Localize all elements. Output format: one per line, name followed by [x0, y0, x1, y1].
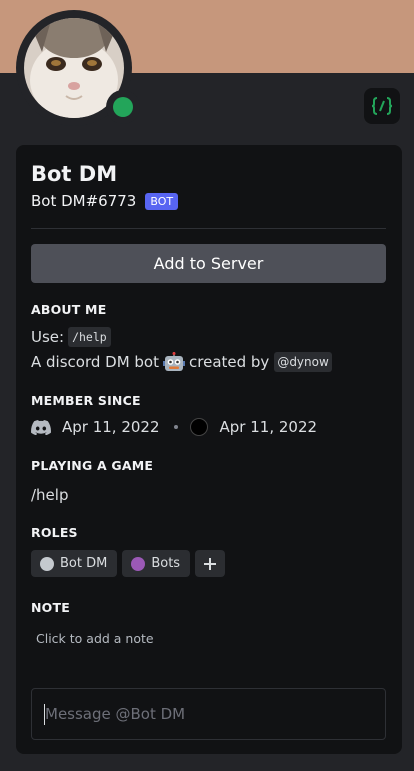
message-input[interactable] [31, 688, 386, 740]
member-since-heading: MEMBER SINCE [31, 393, 141, 408]
about-me-line-2: A discord DM bot created by @dynow [31, 352, 332, 372]
profile-card: Bot DM Bot DM#6773 BOT Add to Server ABO… [16, 145, 402, 754]
avatar-frame [16, 10, 140, 126]
server-icon [189, 418, 208, 436]
role-color-dot [40, 556, 54, 571]
about-me-use-label: Use: [31, 328, 65, 346]
about-me-heading: ABOUT ME [31, 302, 107, 317]
help-command-code: /help [68, 327, 111, 347]
role-name: Bot DM [60, 556, 108, 571]
role-name: Bots [151, 556, 181, 571]
playing-heading: PLAYING A GAME [31, 458, 154, 473]
role-color-dot [131, 556, 146, 571]
add-to-server-button[interactable]: Add to Server [31, 244, 386, 283]
role-chip-bot-dm[interactable]: Bot DM [31, 550, 118, 577]
online-status-dot [113, 97, 133, 117]
game-name: /help [31, 486, 69, 504]
discord-member-date: Apr 11, 2022 [62, 418, 160, 436]
discord-logo-icon [31, 419, 51, 435]
divider [31, 228, 386, 229]
member-since-row: Apr 11, 2022 Apr 11, 2022 [31, 418, 317, 436]
username-tag: Bot DM#6773 [31, 192, 137, 210]
separator-dot [173, 425, 178, 429]
plus-icon [204, 557, 217, 570]
about-me-line-1: Use: /help [31, 327, 111, 347]
roles-list: Bot DM Bots [31, 550, 226, 577]
server-member-date: Apr 11, 2022 [219, 418, 318, 436]
slash-command-badge-icon[interactable] [364, 88, 400, 124]
add-role-button[interactable] [195, 550, 226, 577]
username-row: Bot DM#6773 BOT [31, 192, 179, 210]
text-caret [44, 704, 45, 725]
creator-mention[interactable]: @dynow [274, 352, 332, 372]
robot-emoji-icon [163, 352, 185, 372]
note-heading: NOTE [31, 600, 70, 615]
status-indicator-frame [106, 90, 140, 124]
display-name: Bot DM [31, 162, 118, 186]
about-me-created-by: created by [189, 353, 270, 371]
bot-badge: BOT [145, 192, 179, 210]
roles-heading: ROLES [31, 525, 78, 540]
note-field[interactable]: Click to add a note [36, 631, 154, 646]
about-me-description: A discord DM bot [31, 353, 159, 371]
role-chip-bots[interactable]: Bots [122, 550, 191, 577]
